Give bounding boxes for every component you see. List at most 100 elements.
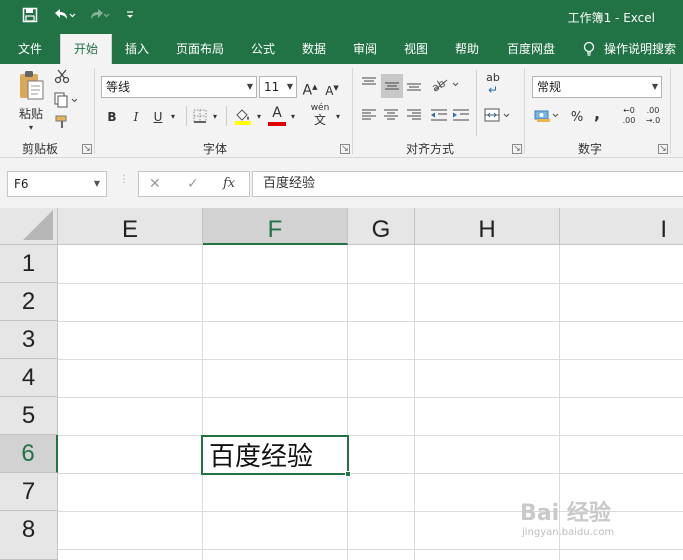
increase-decimal-bottom: .00 (622, 116, 636, 125)
column-header-h[interactable]: H (415, 208, 560, 245)
formula-buttons: ✕ ✓ fx (138, 171, 250, 197)
gridline (58, 283, 683, 284)
column-header-f[interactable]: F (203, 208, 348, 245)
cancel-icon[interactable]: ✕ (149, 172, 161, 196)
row-header-6[interactable]: 6 (0, 435, 58, 473)
svg-text:ab: ab (431, 77, 448, 92)
tab-help[interactable]: 帮助 (444, 34, 490, 64)
ribbon-tabs: 文件 开始 插入 页面布局 公式 数据 审阅 视图 帮助 百度网盘 操作说明搜索 (0, 34, 683, 64)
shrink-font-button[interactable]: A▼ (323, 78, 341, 101)
copy-icon[interactable] (52, 92, 82, 114)
clipboard-launcher-icon[interactable]: ↘ (82, 144, 92, 154)
number-group-label: 数字 (577, 142, 602, 156)
row-header-7[interactable]: 7 (0, 473, 58, 511)
tab-baidu-netdisk[interactable]: 百度网盘 (494, 34, 568, 64)
align-right-icon[interactable] (404, 108, 424, 128)
percent-style-button[interactable]: % (568, 108, 586, 128)
increase-indent-icon[interactable] (451, 108, 471, 128)
title-bar: 工作簿1 - Excel (0, 0, 683, 34)
align-bottom-icon[interactable] (404, 76, 424, 98)
fill-color-icon[interactable] (232, 107, 254, 131)
tab-file[interactable]: 文件 (4, 34, 56, 64)
tab-insert[interactable]: 插入 (114, 34, 160, 64)
phonetic-guide-button[interactable]: wén 文 (306, 102, 334, 126)
paste-icon[interactable] (14, 70, 48, 104)
accounting-format-icon[interactable] (533, 108, 563, 130)
tab-data[interactable]: 数据 (290, 34, 338, 64)
group-divider (670, 68, 671, 154)
italic-button[interactable]: I (128, 107, 144, 127)
formula-input[interactable]: 百度经验 (252, 171, 683, 197)
watermark-main: Bai 经验 (520, 501, 611, 526)
cut-icon[interactable] (52, 68, 72, 90)
tab-formulas[interactable]: 公式 (240, 34, 286, 64)
font-name-value: 等线 (106, 80, 131, 94)
font-size-select[interactable]: 11 ▼ (259, 76, 297, 98)
lightbulb-icon[interactable] (580, 34, 598, 64)
underline-button[interactable]: U (150, 107, 166, 127)
formula-bar-grip-icon[interactable]: ⋮ (119, 175, 129, 192)
chevron-down-icon: ▼ (286, 82, 293, 91)
paste-dropdown-icon[interactable]: ▾ (26, 118, 36, 138)
increase-decimal-button[interactable]: ←0 .00 (618, 106, 640, 126)
column-header-e[interactable]: E (58, 208, 203, 245)
fill-handle[interactable] (345, 471, 351, 477)
tab-home[interactable]: 开始 (60, 34, 112, 64)
insert-function-icon[interactable]: fx (223, 172, 235, 196)
save-icon[interactable] (22, 7, 38, 29)
window-title: 工作簿1 - Excel (567, 11, 655, 25)
select-all-button[interactable] (0, 208, 58, 245)
customize-icon[interactable] (125, 7, 135, 30)
tab-review[interactable]: 审阅 (342, 34, 388, 64)
chevron-down-icon[interactable]: ▾ (168, 107, 178, 127)
chevron-down-icon[interactable]: ▾ (210, 107, 220, 127)
tab-view[interactable]: 视图 (392, 34, 440, 64)
decrease-indent-icon[interactable] (429, 108, 449, 128)
undo-icon[interactable] (52, 7, 76, 29)
wrap-text-icon[interactable]: ab ↵ (482, 72, 504, 97)
column-header-g[interactable]: G (348, 208, 415, 245)
row-header-4[interactable]: 4 (0, 359, 58, 397)
orientation-icon[interactable]: ab (429, 76, 463, 98)
format-painter-icon[interactable] (52, 114, 72, 136)
increase-decimal-top: ←0 (623, 106, 635, 115)
column-header-i[interactable]: I (560, 208, 683, 245)
chevron-down-icon[interactable]: ▼ (94, 172, 100, 196)
font-launcher-icon[interactable]: ↘ (340, 144, 350, 154)
chevron-down-icon[interactable]: ▾ (333, 107, 343, 127)
bold-button[interactable]: B (104, 107, 120, 127)
number-format-select[interactable]: 常规 ▼ (532, 76, 662, 98)
gridline (58, 359, 683, 360)
merge-center-icon[interactable] (482, 108, 516, 128)
row-header-3[interactable]: 3 (0, 321, 58, 359)
grow-font-button[interactable]: A▲ (301, 77, 319, 101)
row-header-8[interactable]: 8 (0, 511, 58, 560)
align-top-icon[interactable] (359, 76, 379, 98)
watermark-url: jingyan.baidu.com (522, 527, 615, 538)
font-color-letter: A (272, 105, 282, 121)
tell-me-search[interactable]: 操作说明搜索 (604, 34, 683, 64)
select-all-triangle-icon (23, 210, 53, 240)
font-name-select[interactable]: 等线 ▼ (101, 76, 257, 98)
name-box[interactable]: F6 ▼ (7, 171, 107, 197)
active-cell-f6[interactable]: 百度经验 (201, 435, 351, 477)
row-header-1[interactable]: 1 (0, 245, 58, 283)
align-center-icon[interactable] (381, 108, 401, 128)
row-header-2[interactable]: 2 (0, 283, 58, 321)
align-middle-icon[interactable] (381, 74, 403, 98)
row-header-5[interactable]: 5 (0, 397, 58, 435)
borders-icon[interactable] (191, 109, 209, 129)
gridline (58, 397, 683, 398)
decrease-decimal-button[interactable]: .00 →.0 (642, 106, 664, 126)
grow-font-label: A (302, 82, 313, 99)
tab-page-layout[interactable]: 页面布局 (164, 34, 236, 64)
font-color-button[interactable]: A (266, 104, 288, 126)
number-launcher-icon[interactable]: ↘ (658, 144, 668, 154)
redo-icon[interactable] (86, 7, 110, 29)
alignment-launcher-icon[interactable]: ↘ (512, 144, 522, 154)
enter-icon[interactable]: ✓ (187, 172, 199, 196)
chevron-down-icon[interactable]: ▾ (288, 107, 298, 127)
chevron-down-icon[interactable]: ▾ (254, 107, 264, 127)
comma-style-button[interactable]: , (590, 104, 604, 124)
align-left-icon[interactable] (359, 108, 379, 128)
